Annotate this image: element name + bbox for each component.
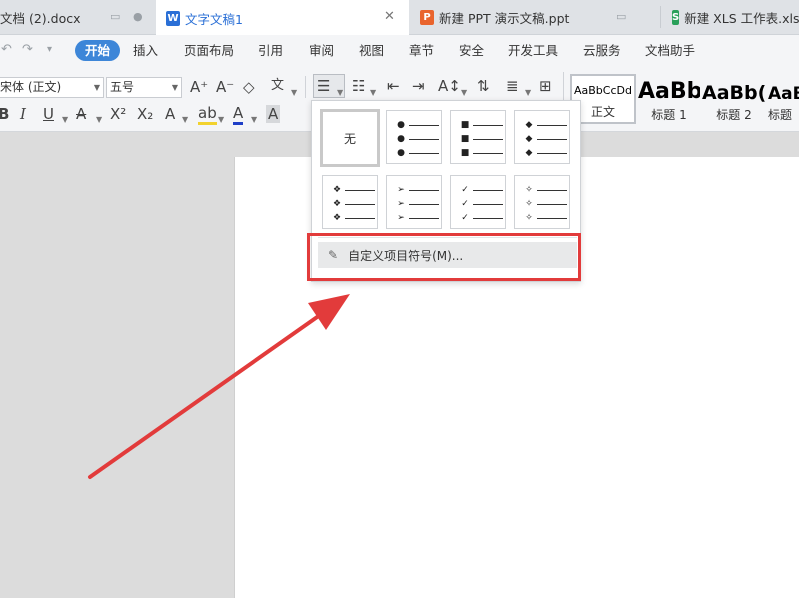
annotation-arrow xyxy=(88,294,350,479)
